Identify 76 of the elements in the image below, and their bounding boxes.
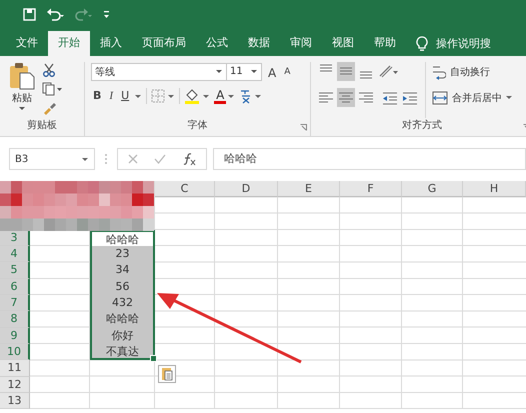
ribbon-tab[interactable]: 开始: [48, 31, 90, 56]
table-cell[interactable]: 23: [90, 246, 155, 262]
group-label: 剪贴板: [26, 118, 58, 133]
lightbulb-icon: [416, 36, 428, 52]
dialog-launcher-icon[interactable]: [300, 124, 307, 131]
caret-icon: [18, 106, 26, 111]
function-icon[interactable]: [182, 152, 196, 166]
ribbon-tab[interactable]: 公式: [196, 31, 238, 56]
undo-icon[interactable]: [46, 6, 65, 22]
table-cell[interactable]: 哈哈哈: [90, 311, 155, 328]
table-cell[interactable]: 34: [90, 262, 155, 279]
row-header[interactable]: 9: [0, 328, 30, 344]
paintbrush-icon[interactable]: [42, 101, 56, 115]
save-icon[interactable]: [22, 6, 37, 22]
paste-options-icon[interactable]: [158, 365, 176, 383]
row-header[interactable]: 7: [0, 295, 30, 312]
caret-icon: [228, 94, 236, 98]
row-header[interactable]: 11: [0, 360, 30, 377]
check-icon[interactable]: [154, 154, 166, 164]
middle-align-icon[interactable]: [337, 62, 355, 81]
clipboard-icon: [9, 62, 35, 90]
row-header[interactable]: 13: [0, 392, 30, 410]
row-header[interactable]: 10: [0, 344, 30, 360]
ribbon-tab[interactable]: 视图: [322, 31, 364, 56]
caret-icon[interactable]: [135, 94, 142, 98]
row-header[interactable]: 12: [0, 376, 30, 393]
grip-icon[interactable]: [104, 152, 108, 166]
merge-icon: [432, 90, 448, 104]
paste-button[interactable]: 粘贴: [6, 62, 38, 118]
font-color-button[interactable]: A: [214, 88, 236, 104]
ribbon-tab[interactable]: 帮助: [364, 31, 406, 56]
center-icon[interactable]: [337, 88, 355, 107]
column-header[interactable]: H: [463, 181, 526, 198]
caret-icon: [82, 156, 89, 162]
caret-icon: [506, 95, 513, 100]
phonetic-icon[interactable]: [239, 88, 264, 104]
italic-button[interactable]: I: [107, 88, 116, 104]
borders-icon[interactable]: [151, 89, 176, 103]
group-label: 对齐方式: [401, 118, 443, 133]
column-header[interactable]: D: [215, 181, 278, 198]
formula-field[interactable]: 哈哈哈: [213, 148, 526, 170]
search-hint[interactable]: 操作说明搜: [436, 36, 491, 51]
fill-handle[interactable]: [150, 355, 157, 362]
ribbon-tab[interactable]: 页面布局: [132, 31, 196, 56]
row-header[interactable]: 8: [0, 311, 30, 328]
row-header[interactable]: 5: [0, 262, 30, 279]
column-header[interactable]: C: [155, 181, 215, 198]
group-label: 字体: [186, 118, 208, 133]
merge-center-button[interactable]: 合并后居中: [432, 88, 513, 107]
underline-button[interactable]: U: [119, 88, 132, 104]
caret-icon: [216, 69, 223, 74]
ribbon-tab[interactable]: 审阅: [280, 31, 322, 56]
name-box[interactable]: B3: [9, 148, 95, 170]
table-cell[interactable]: 你好: [90, 328, 155, 344]
wrap-icon: [432, 64, 446, 80]
ribbon-tab[interactable]: 文件: [6, 31, 48, 56]
ribbon-tab[interactable]: 插入: [90, 31, 132, 56]
table-cell[interactable]: 不真达: [90, 344, 155, 360]
copy-icon[interactable]: [42, 82, 62, 96]
increase-font-button[interactable]: A: [266, 62, 278, 81]
table-cell[interactable]: 432: [90, 295, 155, 312]
bold-button[interactable]: B: [91, 88, 104, 104]
column-header[interactable]: G: [402, 181, 463, 198]
font-name-dropdown[interactable]: 等线: [91, 62, 227, 80]
column-header[interactable]: F: [340, 181, 402, 198]
ribbon-tab[interactable]: 数据: [238, 31, 280, 56]
fill-color-icon[interactable]: [184, 88, 210, 104]
table-cell[interactable]: 56: [90, 278, 155, 296]
font-size-dropdown[interactable]: 11: [226, 62, 262, 80]
caret-icon: [251, 69, 258, 74]
row-header[interactable]: 6: [0, 278, 30, 296]
row-header[interactable]: 4: [0, 246, 30, 262]
column-header[interactable]: E: [278, 181, 340, 198]
decrease-font-button[interactable]: A: [282, 64, 292, 80]
wrap-text-button[interactable]: 自动换行: [432, 62, 513, 81]
scissors-icon[interactable]: [42, 63, 56, 77]
